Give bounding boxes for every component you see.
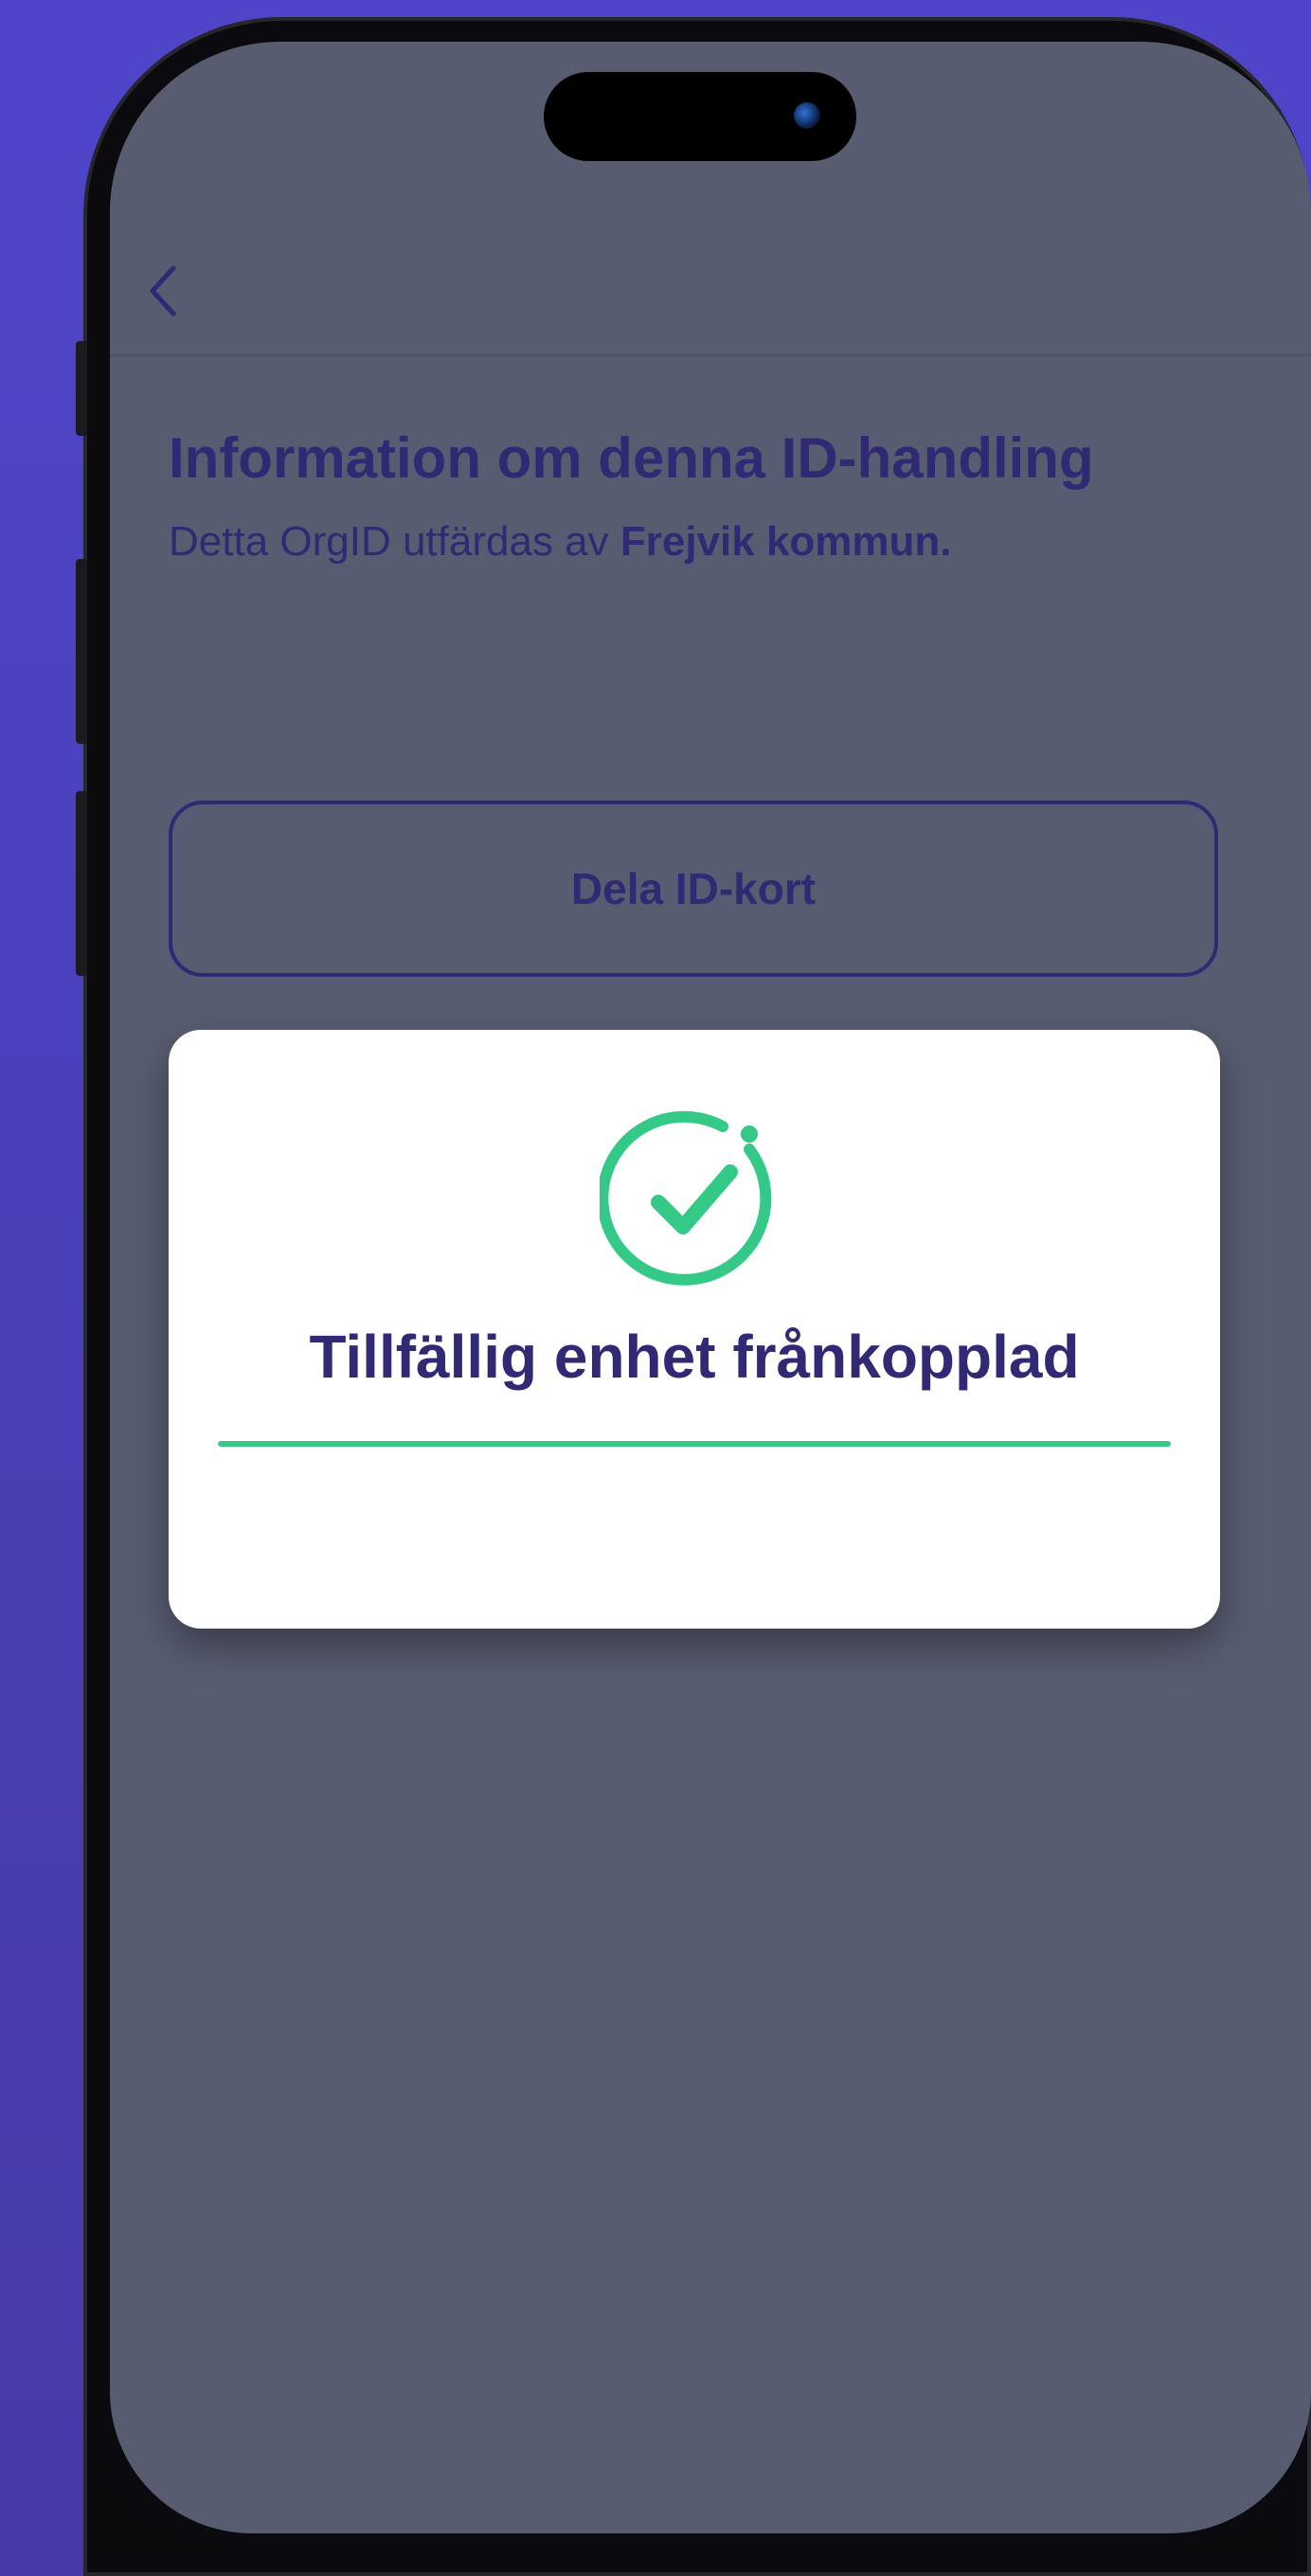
issuer-description: Detta OrgID utfärdas av Frejvik kommun. — [169, 515, 1220, 568]
toast-notification: Tillfällig enhet frånkopplad — [169, 1030, 1220, 1629]
check-circle-icon — [600, 1110, 772, 1286]
page-title: Information om denna ID-handling — [169, 426, 1094, 490]
navigation-bar — [110, 193, 1311, 356]
phone-volume-up-button — [76, 559, 87, 744]
phone-volume-down-button — [76, 791, 87, 976]
issuer-description-prefix: Detta OrgID utfärdas av — [169, 518, 620, 565]
phone-side-button — [76, 341, 87, 436]
app-screen: Information om denna ID-handling Detta O… — [110, 42, 1311, 2533]
dynamic-island — [544, 72, 856, 161]
back-button[interactable] — [135, 258, 191, 324]
camera-icon — [794, 102, 820, 129]
share-id-card-button[interactable]: Dela ID-kort — [169, 801, 1218, 977]
info-section: Information om denna ID-handling Detta O… — [169, 421, 1220, 568]
toast-progress-fill — [218, 1441, 1171, 1447]
toast-progress-bar — [218, 1441, 1171, 1447]
chevron-left-icon — [150, 265, 176, 316]
issuer-name: Frejvik kommun. — [620, 518, 952, 565]
toast-title: Tillfällig enhet frånkopplad — [309, 1323, 1080, 1391]
